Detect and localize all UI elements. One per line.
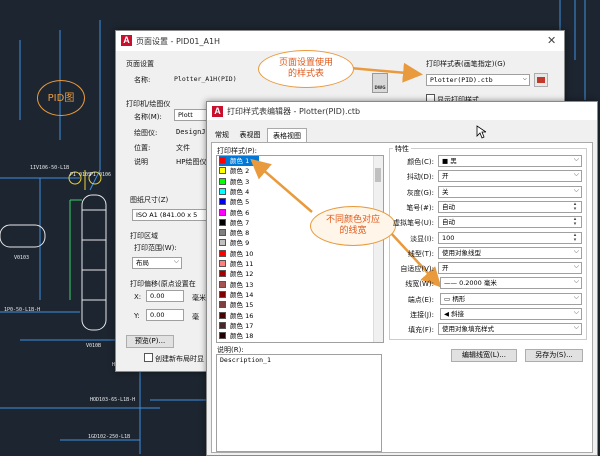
property-fill-style-value: 使用对象填充样式 — [442, 325, 494, 334]
edit-style-icon — [537, 77, 545, 83]
edit-style-table-button[interactable] — [534, 73, 548, 87]
tab-general[interactable]: 常规 — [211, 128, 233, 142]
cad-label-line3: HOD103-65-L1B-H — [90, 397, 136, 403]
property-lineweight-label: 线宽(W): — [405, 280, 434, 289]
property-grayscale-label: 灰度(G): — [406, 188, 434, 197]
callout-style-table-text: 页面设置使用 的样式表 — [278, 58, 333, 79]
autocad-icon: A — [212, 106, 223, 117]
property-color-input[interactable]: ■ 黑 — [438, 155, 582, 167]
property-color-label: 颜色(C): — [407, 158, 434, 166]
property-line-end-style-value: ▭ 柄形 — [444, 294, 466, 303]
dwg-badge-text: DWG — [374, 85, 386, 90]
property-screening-value: 100 — [442, 233, 455, 242]
property-pen-number-input[interactable]: 自动 — [438, 200, 582, 213]
create-layout-checkbox-label: 创建新布局时显 — [155, 355, 204, 363]
property-color-value: ■ 黑 — [442, 157, 457, 165]
property-line-join-style-input[interactable]: ◀ 斜接 — [440, 308, 582, 320]
description-textarea[interactable]: Description_1 — [216, 354, 382, 452]
property-grayscale-input[interactable]: 关 — [438, 185, 582, 198]
where-value: 文件 — [176, 144, 190, 152]
property-fill-style-input[interactable]: 使用对象填充样式 — [438, 323, 582, 336]
style-table-select[interactable]: Plotter(PID).ctb — [426, 74, 530, 86]
property-pen-number-label: 笔号(#): — [406, 203, 434, 212]
style-table-heading: 打印样式表(画笔指定)(G) — [426, 60, 506, 68]
property-screening-input[interactable]: 100 — [438, 231, 582, 244]
close-icon[interactable]: ✕ — [547, 34, 556, 47]
property-adaptive-label: 自适应(V): — [400, 265, 434, 274]
callout-style-table: 页面设置使用 的样式表 — [258, 50, 354, 88]
plotter-value: DesignJ — [176, 128, 206, 136]
plotter-name-label: 名称(M): — [134, 113, 162, 121]
edit-lineweights-button[interactable]: 编辑线宽(L)... — [451, 349, 517, 362]
property-linetype-label: 线型(T): — [407, 249, 434, 258]
property-pen-number-value: 自动 — [442, 202, 455, 211]
mouse-cursor-icon — [476, 125, 486, 139]
cad-label-v010b: V010B — [86, 343, 102, 349]
pid-callout: PID图 — [37, 80, 85, 116]
property-line-end-style-input[interactable]: ▭ 柄形 — [440, 292, 582, 305]
property-screening-label: 淡显(I): — [410, 234, 434, 243]
property-line-end-style-label: 端点(E): — [407, 295, 434, 304]
property-line-join-style-label: 连接(J): — [410, 311, 434, 319]
property-lineweight-value: —— 0.2000 毫米 — [444, 279, 497, 288]
property-linetype-value: 使用对象线型 — [442, 248, 481, 257]
property-virtual-pen-label: 虚拟笔号(U): — [393, 219, 434, 228]
cad-label-line4: 1GD102-250-L1B — [88, 434, 131, 440]
save-as-button[interactable]: 另存为(S)... — [525, 349, 583, 362]
property-linetype-input[interactable]: 使用对象线型 — [438, 246, 582, 259]
page-setup-title: 页面设置 - PID01_A1H — [136, 37, 221, 46]
property-fill-style-label: 填充(F): — [408, 326, 434, 335]
property-virtual-pen-input[interactable]: 自动 — [438, 216, 582, 229]
name-label: 名称: — [134, 76, 151, 84]
create-layout-checkbox-row[interactable]: 创建新布局时显 — [144, 353, 204, 364]
autocad-icon: A — [121, 35, 132, 46]
property-virtual-pen-value: 自动 — [442, 218, 455, 227]
preview-button[interactable]: 预览(P)... — [126, 335, 174, 348]
plotter-heading: 打印机/绘图仪 — [126, 100, 171, 108]
property-adaptive-input[interactable]: 开 — [438, 262, 582, 275]
where-label: 位置: — [134, 144, 151, 152]
style-table-value: Plotter(PID).ctb — [430, 76, 493, 84]
editor-titlebar[interactable]: A 打印样式表编辑器 - Plotter(PID).ctb — [207, 102, 597, 120]
dwg-file-icon: DWG — [372, 73, 388, 93]
property-lineweight-input[interactable]: —— 0.2000 毫米 — [440, 277, 582, 290]
tab-table-view[interactable]: 表视图 — [235, 128, 265, 142]
property-dither-input[interactable]: 开 — [438, 170, 582, 183]
properties-heading: 特性 — [393, 144, 411, 154]
page-setup-name-value: Plotter_A1H(PID) — [174, 75, 237, 83]
editor-title: 打印样式表编辑器 - Plotter(PID).ctb — [227, 107, 361, 116]
pid-callout-text: PID图 — [47, 92, 75, 104]
property-dither-label: 抖动(D): — [406, 173, 434, 182]
property-dither-value: 开 — [442, 172, 449, 181]
tab-form-view[interactable]: 表格视图 — [267, 128, 307, 143]
plotter-name-select[interactable]: Plott — [174, 109, 208, 121]
property-adaptive-value: 开 — [442, 264, 449, 273]
page-setup-heading: 页面设置 — [126, 60, 154, 68]
property-line-join-style-value: ◀ 斜接 — [444, 310, 465, 318]
page-setup-titlebar[interactable]: A 页面设置 - PID01_A1H ✕ — [116, 31, 564, 51]
create-layout-checkbox[interactable] — [144, 353, 153, 362]
property-grayscale-value: 关 — [442, 187, 449, 196]
plotter-label: 绘图仪: — [134, 129, 158, 137]
description-value: Description_1 — [220, 356, 271, 364]
